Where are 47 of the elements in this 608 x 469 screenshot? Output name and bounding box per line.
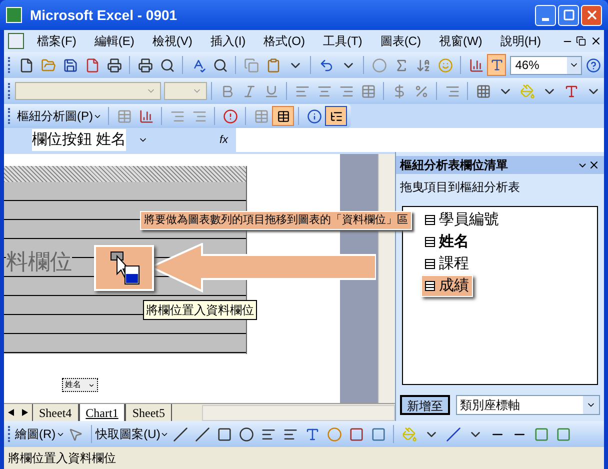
close-icon [584,8,598,22]
maximize-icon [562,9,574,21]
sheet-tab[interactable]: Chart1 [78,404,126,422]
area-dropdown[interactable]: 類別座標軸 [456,395,600,415]
sheet-tab[interactable]: Sheet5 [125,404,172,422]
add-to-button[interactable]: 新增至 [400,395,450,415]
draw-menu[interactable]: 繪圖(R) [15,425,65,443]
restore-icon[interactable] [574,36,588,46]
menu-item[interactable]: 圖表(C) [371,32,430,50]
menu-item[interactable]: 插入(I) [201,32,255,50]
menu-item[interactable]: 編輯(E) [85,32,144,50]
status-text: 將欄位置入資料欄位 [8,450,117,467]
window-title: Microsoft Excel - 0901 [30,6,178,24]
menu-item[interactable]: 格式(O) [254,32,314,50]
font-field[interactable] [15,82,162,100]
scroll-left-icon[interactable] [8,409,14,416]
tooltip: 將欄位置入資料欄位 [143,300,257,320]
menu-item[interactable]: 視窗(W) [430,32,492,50]
task-pane-subtitle: 拖曳項目到樞紐分析表 [400,179,521,196]
drag-icon [94,245,154,291]
minimize-button[interactable] [535,4,556,26]
excel-logo-icon [6,7,22,23]
callout: 將要做為圖表數列的項目拖移到圖表的「資料欄位」區 [140,211,412,230]
font-size-field[interactable] [164,82,207,100]
workbook-icon[interactable] [8,33,24,49]
menu-item[interactable]: 說明(H) [491,32,550,50]
field-item[interactable]: 姓名 [421,231,473,253]
close-icon[interactable] [588,159,600,171]
close-button[interactable] [581,4,602,26]
pivotchart-menu[interactable]: 樞紐分析圖(P) [15,107,104,125]
field-item[interactable]: 學員編號 [421,209,503,231]
menu-item[interactable]: 工具(T) [314,32,372,50]
horizontal-scrollbar[interactable] [202,404,395,420]
autoshapes-menu[interactable]: 快取圖案(U) [96,425,170,443]
field-item[interactable]: 課程 [421,253,473,275]
sheet-tab[interactable]: Sheet4 [32,404,79,422]
field-dropdown-button[interactable]: 姓名 [62,378,98,392]
name-box[interactable]: 欄位按鈕 姓名 [4,128,156,152]
scroll-right-icon[interactable] [22,409,28,416]
zoom-field[interactable]: 46% [510,56,582,74]
maximize-button[interactable] [558,4,579,26]
drop-zone-hint: 料欄位 [6,250,72,274]
task-pane-title: 樞紐分析表欄位清單 [400,157,509,174]
menu-item[interactable]: 檔案(F) [28,32,86,50]
function-icon[interactable]: fx [156,128,236,152]
menu-item[interactable]: 檢視(V) [143,32,202,50]
field-item[interactable]: 成績 [421,275,473,297]
